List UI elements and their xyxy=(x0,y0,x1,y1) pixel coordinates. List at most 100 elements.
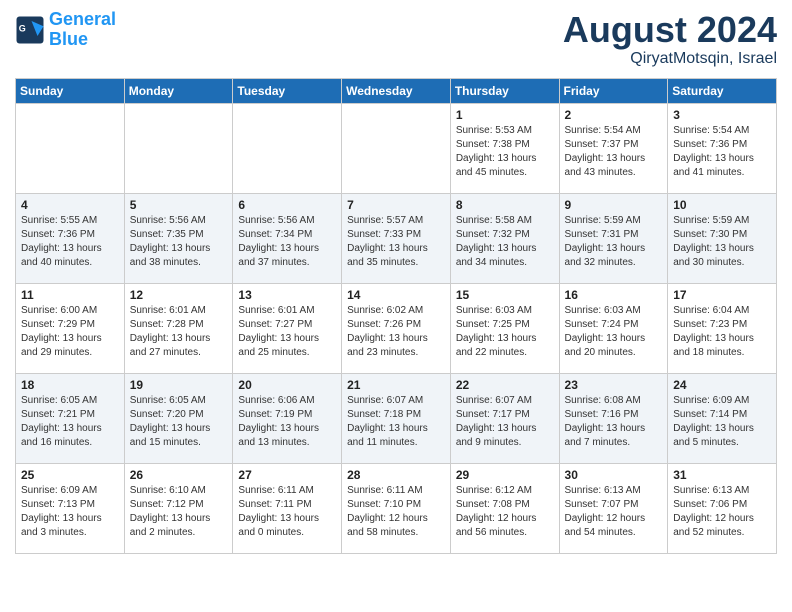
day-info: Sunrise: 6:07 AMSunset: 7:18 PMDaylight:… xyxy=(347,394,445,450)
day-info: Sunrise: 6:02 AMSunset: 7:26 PMDaylight:… xyxy=(347,304,445,360)
logo-icon: G xyxy=(15,15,45,45)
day-number: 28 xyxy=(347,468,445,482)
weekday-header: Friday xyxy=(559,78,668,103)
day-info: Sunrise: 6:04 AMSunset: 7:23 PMDaylight:… xyxy=(673,304,771,360)
calendar-cell xyxy=(16,103,125,193)
day-number: 31 xyxy=(673,468,771,482)
weekday-header: Wednesday xyxy=(342,78,451,103)
calendar-cell xyxy=(233,103,342,193)
calendar-cell: 8Sunrise: 5:58 AMSunset: 7:32 PMDaylight… xyxy=(450,193,559,283)
day-info: Sunrise: 6:05 AMSunset: 7:20 PMDaylight:… xyxy=(130,394,228,450)
calendar-cell: 31 Sunrise: 6:13 AMSunset: 7:06 PMDayligh… xyxy=(668,463,777,553)
calendar-week-row: 1Sunrise: 5:53 AMSunset: 7:38 PMDaylight… xyxy=(16,103,777,193)
weekday-header: Thursday xyxy=(450,78,559,103)
day-info: Sunrise: 5:56 AMSunset: 7:34 PMDaylight:… xyxy=(238,214,336,270)
day-number: 23 xyxy=(565,378,663,392)
day-number: 8 xyxy=(456,198,554,212)
day-number: 2 xyxy=(565,108,663,122)
calendar-cell: 10Sunrise: 5:59 AMSunset: 7:30 PMDayligh… xyxy=(668,193,777,283)
day-info: Sunrise: 6:09 AMSunset: 7:13 PMDaylight:… xyxy=(21,484,119,540)
day-number: 9 xyxy=(565,198,663,212)
day-number: 24 xyxy=(673,378,771,392)
day-info: Sunrise: 5:57 AMSunset: 7:33 PMDaylight:… xyxy=(347,214,445,270)
day-number: 18 xyxy=(21,378,119,392)
calendar-week-row: 25 Sunrise: 6:09 AMSunset: 7:13 PMDayligh… xyxy=(16,463,777,553)
day-number: 27 xyxy=(238,468,336,482)
day-info: Sunrise: 6:06 AMSunset: 7:19 PMDaylight:… xyxy=(238,394,336,450)
day-number: 3 xyxy=(673,108,771,122)
day-info: Sunrise: 5:55 AMSunset: 7:36 PMDaylight:… xyxy=(21,214,119,270)
day-info: Sunrise: 6:07 AMSunset: 7:17 PMDaylight:… xyxy=(456,394,554,450)
day-number: 5 xyxy=(130,198,228,212)
day-info: Sunrise: 6:05 AMSunset: 7:21 PMDaylight:… xyxy=(21,394,119,450)
calendar-cell: 12 Sunrise: 6:01 AMSunset: 7:28 PMDayligh… xyxy=(124,283,233,373)
day-info: Sunrise: 6:08 AMSunset: 7:16 PMDaylight:… xyxy=(565,394,663,450)
logo: G General Blue xyxy=(15,10,116,50)
calendar-week-row: 11 Sunrise: 6:00 AMSunset: 7:29 PMDayligh… xyxy=(16,283,777,373)
logo-text: General Blue xyxy=(49,10,116,50)
day-number: 7 xyxy=(347,198,445,212)
calendar-cell: 22 Sunrise: 6:07 AMSunset: 7:17 PMDayligh… xyxy=(450,373,559,463)
day-number: 12 xyxy=(130,288,228,302)
day-info: Sunrise: 6:00 AMSunset: 7:29 PMDaylight:… xyxy=(21,304,119,360)
day-number: 22 xyxy=(456,378,554,392)
day-number: 17 xyxy=(673,288,771,302)
weekday-header: Saturday xyxy=(668,78,777,103)
calendar-cell: 23 Sunrise: 6:08 AMSunset: 7:16 PMDayligh… xyxy=(559,373,668,463)
day-number: 30 xyxy=(565,468,663,482)
day-info: Sunrise: 6:12 AMSunset: 7:08 PMDaylight:… xyxy=(456,484,554,540)
day-info: Sunrise: 5:59 AMSunset: 7:31 PMDaylight:… xyxy=(565,214,663,270)
day-number: 21 xyxy=(347,378,445,392)
day-number: 13 xyxy=(238,288,336,302)
calendar-cell: 24 Sunrise: 6:09 AMSunset: 7:14 PMDayligh… xyxy=(668,373,777,463)
svg-text:G: G xyxy=(19,23,26,33)
weekday-header: Sunday xyxy=(16,78,125,103)
day-info: Sunrise: 5:53 AMSunset: 7:38 PMDaylight:… xyxy=(456,124,554,180)
day-info: Sunrise: 6:09 AMSunset: 7:14 PMDaylight:… xyxy=(673,394,771,450)
calendar-cell: 21 Sunrise: 6:07 AMSunset: 7:18 PMDayligh… xyxy=(342,373,451,463)
calendar-cell: 19Sunrise: 6:05 AMSunset: 7:20 PMDayligh… xyxy=(124,373,233,463)
calendar-cell: 11 Sunrise: 6:00 AMSunset: 7:29 PMDayligh… xyxy=(16,283,125,373)
day-info: Sunrise: 6:11 AMSunset: 7:10 PMDaylight:… xyxy=(347,484,445,540)
calendar-cell xyxy=(342,103,451,193)
day-info: Sunrise: 5:54 AMSunset: 7:36 PMDaylight:… xyxy=(673,124,771,180)
day-number: 10 xyxy=(673,198,771,212)
day-number: 16 xyxy=(565,288,663,302)
location: QiryatMotsqin, Israel xyxy=(563,50,777,68)
calendar-cell: 15Sunrise: 6:03 AMSunset: 7:25 PMDayligh… xyxy=(450,283,559,373)
day-info: Sunrise: 6:01 AMSunset: 7:28 PMDaylight:… xyxy=(130,304,228,360)
day-info: Sunrise: 5:54 AMSunset: 7:37 PMDaylight:… xyxy=(565,124,663,180)
day-number: 11 xyxy=(21,288,119,302)
day-number: 25 xyxy=(21,468,119,482)
calendar-cell: 30Sunrise: 6:13 AMSunset: 7:07 PMDayligh… xyxy=(559,463,668,553)
day-info: Sunrise: 6:13 AMSunset: 7:06 PMDaylight:… xyxy=(673,484,771,540)
day-number: 26 xyxy=(130,468,228,482)
calendar-cell: 17 Sunrise: 6:04 AMSunset: 7:23 PMDayligh… xyxy=(668,283,777,373)
calendar-cell: 26 Sunrise: 6:10 AMSunset: 7:12 PMDayligh… xyxy=(124,463,233,553)
calendar-table: SundayMondayTuesdayWednesdayThursdayFrid… xyxy=(15,78,777,554)
weekday-header-row: SundayMondayTuesdayWednesdayThursdayFrid… xyxy=(16,78,777,103)
calendar-cell: 13 Sunrise: 6:01 AMSunset: 7:27 PMDayligh… xyxy=(233,283,342,373)
calendar-cell: 7 Sunrise: 5:57 AMSunset: 7:33 PMDaylight… xyxy=(342,193,451,283)
calendar-cell: 5Sunrise: 5:56 AMSunset: 7:35 PMDaylight… xyxy=(124,193,233,283)
day-number: 4 xyxy=(21,198,119,212)
day-info: Sunrise: 6:11 AMSunset: 7:11 PMDaylight:… xyxy=(238,484,336,540)
calendar-cell xyxy=(124,103,233,193)
calendar-cell: 28 Sunrise: 6:11 AMSunset: 7:10 PMDayligh… xyxy=(342,463,451,553)
calendar-cell: 3 Sunrise: 5:54 AMSunset: 7:36 PMDaylight… xyxy=(668,103,777,193)
calendar-cell: 25 Sunrise: 6:09 AMSunset: 7:13 PMDayligh… xyxy=(16,463,125,553)
day-info: Sunrise: 6:10 AMSunset: 7:12 PMDaylight:… xyxy=(130,484,228,540)
calendar-cell: 20Sunrise: 6:06 AMSunset: 7:19 PMDayligh… xyxy=(233,373,342,463)
calendar-cell: 16Sunrise: 6:03 AMSunset: 7:24 PMDayligh… xyxy=(559,283,668,373)
weekday-header: Monday xyxy=(124,78,233,103)
calendar-cell: 29Sunrise: 6:12 AMSunset: 7:08 PMDayligh… xyxy=(450,463,559,553)
calendar-cell: 14Sunrise: 6:02 AMSunset: 7:26 PMDayligh… xyxy=(342,283,451,373)
day-info: Sunrise: 6:01 AMSunset: 7:27 PMDaylight:… xyxy=(238,304,336,360)
month-title: August 2024 QiryatMotsqin, Israel xyxy=(563,10,777,68)
page-header: G General Blue August 2024 QiryatMotsqin… xyxy=(15,10,777,68)
calendar-cell: 1Sunrise: 5:53 AMSunset: 7:38 PMDaylight… xyxy=(450,103,559,193)
day-number: 15 xyxy=(456,288,554,302)
calendar-cell: 2 Sunrise: 5:54 AMSunset: 7:37 PMDaylight… xyxy=(559,103,668,193)
calendar-week-row: 4 Sunrise: 5:55 AMSunset: 7:36 PMDaylight… xyxy=(16,193,777,283)
calendar-week-row: 18 Sunrise: 6:05 AMSunset: 7:21 PMDayligh… xyxy=(16,373,777,463)
